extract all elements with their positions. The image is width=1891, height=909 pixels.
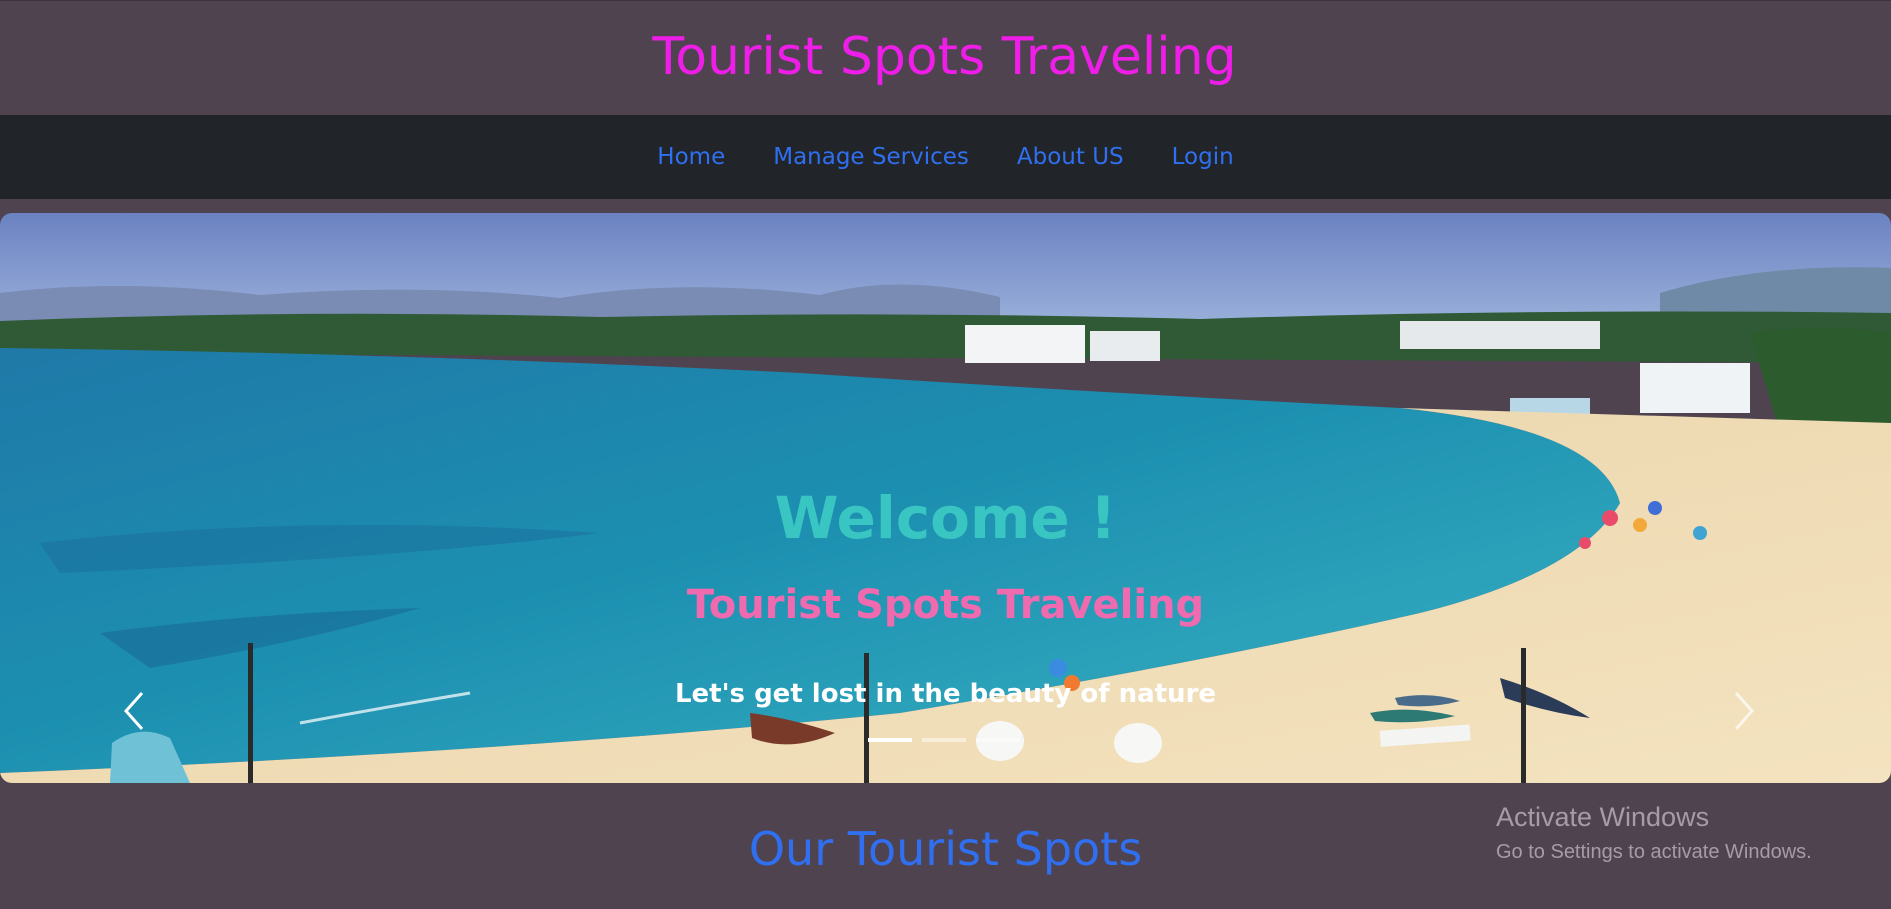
hero-subtitle: Tourist Spots Traveling <box>686 582 1205 628</box>
nav-item-home: Home <box>633 142 749 172</box>
carousel-indicators <box>868 738 1020 742</box>
nav-item-manage-services: Manage Services <box>749 142 993 172</box>
hero-welcome-title: Welcome ! <box>774 484 1117 552</box>
carousel-indicator-1[interactable] <box>868 738 912 742</box>
site-title: Tourist Spots Traveling <box>652 27 1237 87</box>
nav-item-about-us: About US <box>993 142 1148 172</box>
nav-link-home[interactable]: Home <box>657 144 725 170</box>
activate-windows-title: Activate Windows <box>1496 802 1710 832</box>
nav-list: Home Manage Services About US Login <box>0 115 1891 199</box>
carousel-indicator-3[interactable] <box>976 738 1020 742</box>
nav-link-login[interactable]: Login <box>1172 144 1234 170</box>
hero-tagline: Let's get lost in the beauty of nature <box>674 679 1217 709</box>
site-header: Tourist Spots Traveling <box>0 0 1891 116</box>
nav-link-about-us[interactable]: About US <box>1017 144 1124 170</box>
carousel-indicator-2[interactable] <box>922 738 966 742</box>
main-navbar: Home Manage Services About US Login <box>0 115 1891 199</box>
nav-link-manage-services[interactable]: Manage Services <box>773 144 969 170</box>
nav-item-login: Login <box>1148 142 1258 172</box>
activate-windows-subtitle: Go to Settings to activate Windows. <box>1496 841 1812 863</box>
